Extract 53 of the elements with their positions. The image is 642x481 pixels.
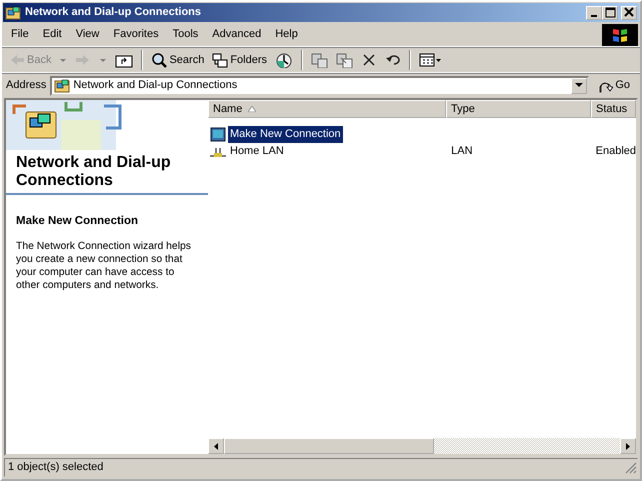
table-cell: LAN: [451, 145, 473, 158]
minimize-icon: [591, 14, 598, 16]
column-header[interactable]: Type: [446, 100, 591, 118]
maximize-icon: [604, 7, 616, 18]
folder-network-icon: [54, 78, 70, 94]
list-item[interactable]: Home LAN: [228, 143, 286, 160]
windows-logo: [602, 24, 638, 46]
list-item[interactable]: Make New Connection: [228, 126, 343, 143]
menu-item[interactable]: File: [4, 24, 36, 45]
scrollbar-thumb[interactable]: [224, 438, 434, 454]
connection-wizard-icon: [210, 126, 226, 142]
column-header[interactable]: Name: [208, 100, 446, 118]
left-arrow-icon: [214, 442, 218, 450]
sidebar-title: Network and Dial-up Connections: [6, 150, 208, 195]
address-field[interactable]: Network and Dial-up Connections: [50, 76, 590, 96]
menu-item[interactable]: Edit: [36, 24, 69, 45]
minimize-button[interactable]: [586, 6, 602, 20]
address-label: Address: [6, 78, 46, 94]
window-title: Network and Dial-up Connections: [25, 5, 202, 20]
forward-arrow-icon: [75, 52, 92, 68]
folder-network-icon: [5, 4, 21, 20]
copy-to-icon: [336, 52, 354, 68]
sidebar-description: The Network Connection wizard helps you create a new connection so that your computer can have access to other computers and networks.: [15, 240, 192, 294]
resize-grip-icon: [625, 462, 637, 474]
dropdown-caret-icon[interactable]: [59, 58, 68, 62]
column-header[interactable]: Status: [591, 100, 636, 118]
search-button[interactable]: Search: [148, 50, 208, 70]
menu-item[interactable]: Advanced: [205, 24, 268, 45]
dropdown-button[interactable]: [571, 78, 588, 94]
close-icon: [623, 7, 635, 18]
history-icon: [275, 52, 294, 68]
close-button[interactable]: [621, 6, 637, 20]
go-button[interactable]: Go: [593, 75, 636, 96]
right-arrow-icon: [626, 442, 630, 450]
sidebar-heading: Make New Connection: [15, 214, 140, 229]
dropdown-caret-icon[interactable]: [99, 58, 108, 62]
table-cell: Enabled: [596, 145, 636, 158]
menu-item[interactable]: Tools: [166, 24, 206, 45]
scroll-left-button[interactable]: [208, 438, 224, 454]
caret-icon: [575, 83, 584, 88]
status-text: 1 object(s) selected: [8, 460, 104, 476]
folders-button[interactable]: Folders: [209, 50, 270, 70]
folders-icon: [212, 52, 228, 68]
menu-item[interactable]: Help: [268, 24, 305, 45]
views-icon: [419, 52, 442, 68]
back-arrow-icon: [9, 52, 25, 68]
delete-icon: [361, 52, 378, 68]
scroll-right-button[interactable]: [620, 438, 636, 454]
menu-item[interactable]: View: [68, 24, 106, 45]
maximize-button[interactable]: [602, 6, 618, 20]
search-icon: [151, 52, 168, 68]
menu-item[interactable]: Favorites: [106, 24, 166, 45]
horizontal-scrollbar[interactable]: [208, 438, 636, 454]
